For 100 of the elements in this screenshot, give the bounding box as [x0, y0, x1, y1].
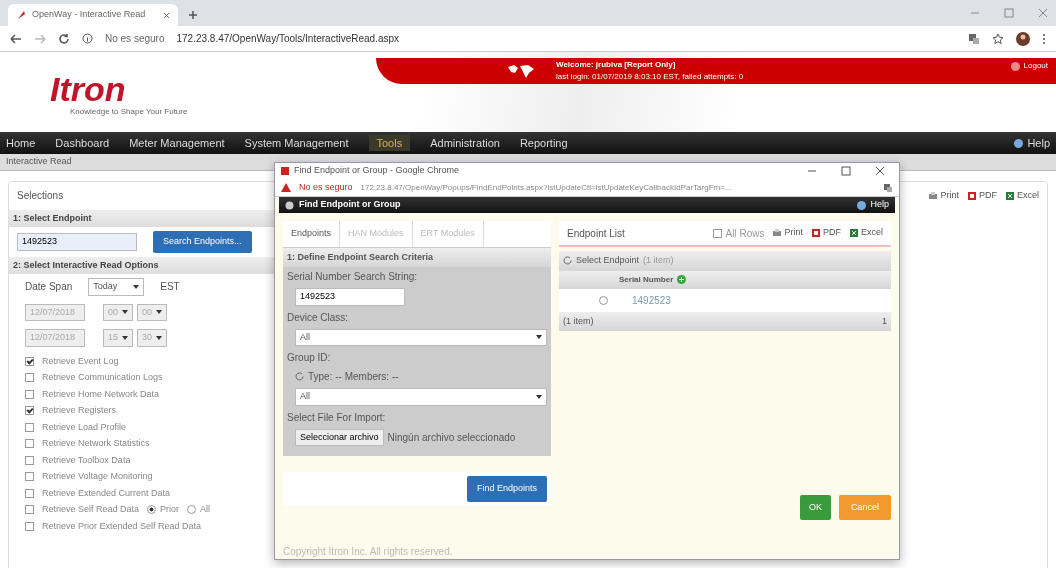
radio-button[interactable]: [599, 295, 608, 305]
star-icon[interactable]: [992, 32, 1004, 45]
help-link[interactable]: Help: [1014, 134, 1050, 152]
spreadsheet-icon: [1005, 190, 1015, 201]
field-label: Select File For Import:: [287, 410, 387, 425]
checkbox[interactable]: [25, 422, 34, 432]
device-class-select[interactable]: All: [295, 328, 547, 346]
radio-button[interactable]: [147, 505, 157, 515]
find-button[interactable]: Find Endpoints: [466, 476, 547, 502]
logout-link[interactable]: Logout: [1010, 60, 1048, 72]
checkbox[interactable]: [25, 455, 34, 465]
checkbox[interactable]: [712, 228, 722, 238]
option-label: Retrieve Voltage Monitoring: [42, 470, 153, 483]
export-link[interactable]: Excel: [1005, 188, 1039, 203]
export-link[interactable]: Print: [772, 226, 803, 240]
translate-icon[interactable]: [968, 32, 980, 45]
world-map-icon: [506, 63, 536, 79]
checkbox[interactable]: [25, 472, 34, 482]
forward-icon[interactable]: [34, 33, 46, 44]
search-button[interactable]: Search Endpoints...: [153, 231, 252, 253]
section-header: 1: Define Endpoint Search Criteria: [283, 247, 551, 267]
file-status-text: Ningún archivo seleccionado: [387, 430, 516, 445]
translate-icon[interactable]: [883, 182, 893, 193]
option-label: Retrieve Home Network Data: [42, 387, 160, 401]
export-link[interactable]: PDF: [967, 188, 997, 203]
export-link[interactable]: PDF: [811, 226, 841, 240]
checkbox[interactable]: [25, 521, 34, 531]
nav-item[interactable]: Home: [6, 134, 36, 152]
panel-title: Endpoint List: [567, 226, 625, 241]
tagline: Knowledge to Shape Your Future: [70, 106, 188, 118]
menu-icon[interactable]: [1042, 32, 1046, 45]
nav-item[interactable]: Meter Management: [129, 134, 225, 152]
checkbox[interactable]: [25, 389, 34, 399]
security-label: No es seguro: [299, 180, 353, 194]
export-link[interactable]: Excel: [849, 226, 883, 240]
field-label: Group ID:: [287, 351, 332, 365]
checkbox[interactable]: [25, 439, 34, 449]
endpoint-field[interactable]: 1492523: [17, 233, 137, 251]
back-icon[interactable]: [10, 33, 22, 44]
app-icon: [16, 10, 26, 20]
app-icon: [281, 167, 289, 175]
serial-field[interactable]: 1492523: [295, 288, 405, 306]
help-link[interactable]: Help: [857, 198, 889, 212]
option-label: Retrieve Registers: [42, 404, 117, 417]
ok-button[interactable]: OK: [799, 494, 831, 520]
group-select[interactable]: All: [295, 388, 547, 406]
nav-item[interactable]: Dashboard: [55, 134, 110, 152]
nav-item[interactable]: Tools: [368, 134, 411, 152]
nav-item[interactable]: System Management: [244, 134, 349, 152]
checkbox[interactable]: [25, 373, 34, 383]
date-field: 12/07/2018: [25, 329, 85, 347]
caret-icon: [536, 394, 542, 399]
new-tab-icon[interactable]: [188, 10, 198, 20]
nav-item[interactable]: Reporting: [519, 134, 568, 152]
reload-icon[interactable]: [58, 32, 70, 45]
nav-item[interactable]: Administration: [430, 134, 500, 152]
caret-icon: [133, 284, 140, 289]
option-label: Retrieve Network Statistics: [42, 437, 150, 450]
date-field: 12/07/2018: [25, 303, 85, 321]
item-count: (1 item): [643, 254, 674, 267]
dialog-header: Find Endpoint or Group: [299, 198, 402, 212]
caret-icon: [122, 335, 128, 340]
tab-title: OpenWay - Interactive Read: [32, 8, 147, 22]
option-label: Retrieve Self Read Data: [42, 503, 140, 516]
browser-tab[interactable]: OpenWay - Interactive Read: [8, 4, 178, 26]
caret-icon: [156, 335, 162, 340]
checkbox[interactable]: [25, 488, 34, 498]
checkbox[interactable]: [25, 505, 34, 515]
spreadsheet-icon: [849, 228, 859, 238]
panel-title: Selections: [17, 189, 64, 203]
last-login-text: last login: 01/07/2019 8:03:10 EST, failed attempts: 0: [556, 71, 745, 83]
maximize-icon[interactable]: [841, 166, 851, 176]
refresh-icon[interactable]: [295, 372, 304, 381]
welcome-text: Welcome: jrubiva [Report Only]: [556, 59, 677, 71]
maximize-icon[interactable]: [1004, 8, 1014, 18]
checkbox[interactable]: [25, 406, 34, 416]
column-header[interactable]: Serial Number: [619, 273, 674, 286]
logo: Itron: [50, 72, 127, 106]
checkbox[interactable]: [25, 356, 34, 366]
url-text[interactable]: 172.23.8.47/OpenWay/Popups/FindEndPoints.aspx?lstUpdateCtl=lstUpdateKeyCallbackIdParTargFm=...: [360, 181, 875, 194]
status-text: Copyright Itron Inc. All rights reserved.: [283, 546, 453, 557]
warning-icon: [281, 183, 291, 192]
date-span-select[interactable]: Today: [88, 278, 145, 296]
close-icon[interactable]: [875, 166, 885, 176]
radio-button[interactable]: [187, 505, 197, 515]
page-number[interactable]: 1: [882, 314, 887, 328]
file-button[interactable]: Seleccionar archivo: [295, 428, 384, 446]
avatar-icon[interactable]: [1016, 31, 1030, 46]
caret-icon: [536, 335, 542, 340]
timezone-label: EST: [160, 280, 180, 295]
refresh-icon[interactable]: [563, 256, 572, 266]
item-count: (1 item): [563, 314, 594, 328]
radio-label: Prior: [160, 503, 180, 516]
printer-icon: [928, 190, 939, 201]
option-label: Retrieve Toolbox Data: [42, 453, 131, 467]
export-link[interactable]: Print: [928, 188, 959, 203]
add-icon[interactable]: [677, 275, 687, 284]
url-text[interactable]: 172.23.8.47/OpenWay/Tools/InteractiveRead.aspx: [176, 31, 400, 46]
close-icon[interactable]: [163, 11, 170, 19]
caret-icon: [156, 310, 162, 315]
